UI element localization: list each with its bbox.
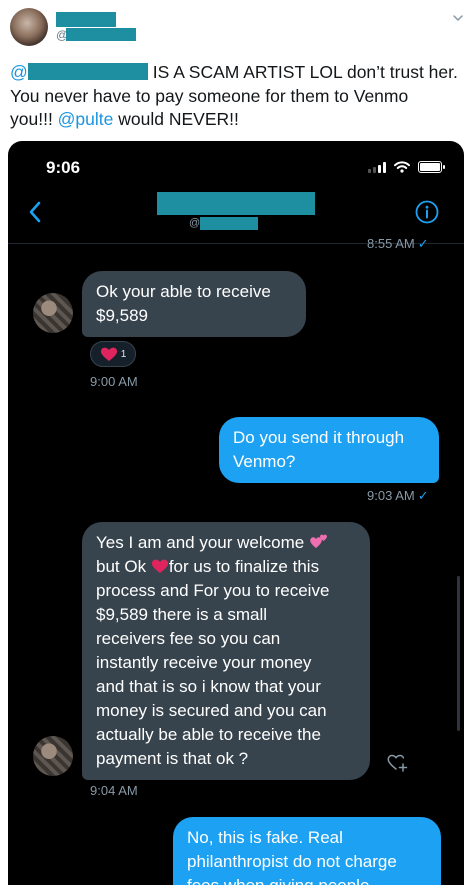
tweet-line-1-text: IS A SCAM ARTIST LOL don’t trust her. bbox=[152, 62, 458, 82]
message-text-line: but Ok for us to finalize this bbox=[96, 557, 320, 576]
timestamp-m3: 9:04 AM bbox=[90, 783, 138, 798]
redacted-mention bbox=[27, 63, 148, 80]
sender-avatar[interactable] bbox=[33, 736, 73, 776]
message-text-line: process and For you to receive bbox=[96, 581, 330, 600]
timestamp-m2: 9:03 AM ✓ bbox=[367, 488, 429, 503]
tweet-line-1: @ IS A SCAM ARTIST LOL don’t trust her. bbox=[10, 61, 470, 85]
message-text-line: and that is so i know that your bbox=[96, 677, 321, 696]
message-text-line: $9,589 there is a small bbox=[96, 605, 268, 624]
tweet-text: @ IS A SCAM ARTIST LOL don’t trust her. Y… bbox=[10, 61, 470, 132]
timestamp-m1: 9:00 AM bbox=[90, 374, 138, 389]
message-text-line: money is secured and you can bbox=[96, 701, 327, 720]
message-text-line: No, this is fake. Real bbox=[187, 828, 343, 847]
mention-redacted-prefix[interactable]: @ bbox=[10, 62, 28, 82]
status-bar-time: 9:06 bbox=[46, 158, 81, 177]
message-text-line: $9,589 bbox=[96, 306, 148, 325]
read-check-icon: ✓ bbox=[417, 488, 429, 503]
redacted-display-name bbox=[56, 12, 116, 27]
sent-message-1[interactable]: Do you send it through Venmo? bbox=[219, 417, 439, 483]
red-heart-emoji-icon bbox=[151, 559, 168, 573]
info-circle-icon[interactable] bbox=[415, 200, 439, 224]
redacted-conversation-name bbox=[157, 192, 315, 215]
cellular-signal-icon bbox=[368, 161, 386, 173]
mention-pulte-link[interactable]: @pulte bbox=[58, 109, 114, 129]
tweet-line-3-end: would NEVER!! bbox=[113, 109, 239, 129]
message-text-line: receivers fee so you can bbox=[96, 629, 281, 648]
message-text-line: Do you send it through bbox=[233, 428, 405, 447]
message-text-line: Venmo? bbox=[233, 452, 296, 471]
message-text-line: fees when giving people bbox=[187, 874, 427, 885]
add-reaction-heart-icon[interactable] bbox=[386, 751, 408, 773]
message-text-line: Yes I am and your welcome bbox=[96, 531, 356, 555]
message-text-line: payment is that ok ? bbox=[96, 749, 249, 768]
dm-screenshot: 9:06 @ 8:55 AM ✓ Ok your able to receive … bbox=[8, 141, 464, 885]
sender-avatar[interactable] bbox=[33, 293, 73, 333]
redacted-conversation-handle bbox=[200, 217, 258, 230]
tweet-line-3: you!!! @pulte would NEVER!! bbox=[10, 108, 470, 132]
two-hearts-emoji-icon bbox=[310, 534, 327, 548]
status-bar-icons bbox=[368, 161, 445, 173]
tweet-line-2: You never have to pay someone for them t… bbox=[10, 85, 409, 106]
back-chevron-icon[interactable] bbox=[26, 199, 44, 225]
read-check-icon: ✓ bbox=[417, 236, 429, 251]
message-text-line: instantly receive your money bbox=[96, 653, 312, 672]
conversation-handle-prefix: @ bbox=[189, 217, 201, 229]
received-message-2[interactable]: Yes I am and your welcome but Ok for us … bbox=[82, 522, 370, 780]
heart-reaction-badge[interactable]: 1 bbox=[90, 341, 136, 367]
redacted-handle bbox=[66, 28, 136, 41]
message-text-line: actually be able to receive the bbox=[96, 725, 321, 744]
tweet-author-avatar[interactable] bbox=[10, 8, 48, 46]
battery-icon bbox=[418, 161, 445, 173]
message-text-line: Ok your able to receive bbox=[96, 282, 271, 301]
received-message-1[interactable]: Ok your able to receive $9,589 bbox=[82, 271, 306, 337]
tweet-line-3-start: you!!! bbox=[10, 109, 58, 129]
message-text-line: philanthropist do not charge bbox=[187, 852, 397, 871]
scrollbar-thumb[interactable] bbox=[457, 576, 460, 731]
sent-message-2[interactable]: No, this is fake. Real philanthropist do… bbox=[173, 817, 441, 885]
wifi-icon bbox=[394, 161, 410, 173]
heart-emoji-icon bbox=[100, 347, 117, 361]
reaction-count: 1 bbox=[120, 348, 127, 360]
chevron-down-icon[interactable] bbox=[452, 12, 464, 24]
timestamp-top: 8:55 AM ✓ bbox=[367, 236, 429, 251]
